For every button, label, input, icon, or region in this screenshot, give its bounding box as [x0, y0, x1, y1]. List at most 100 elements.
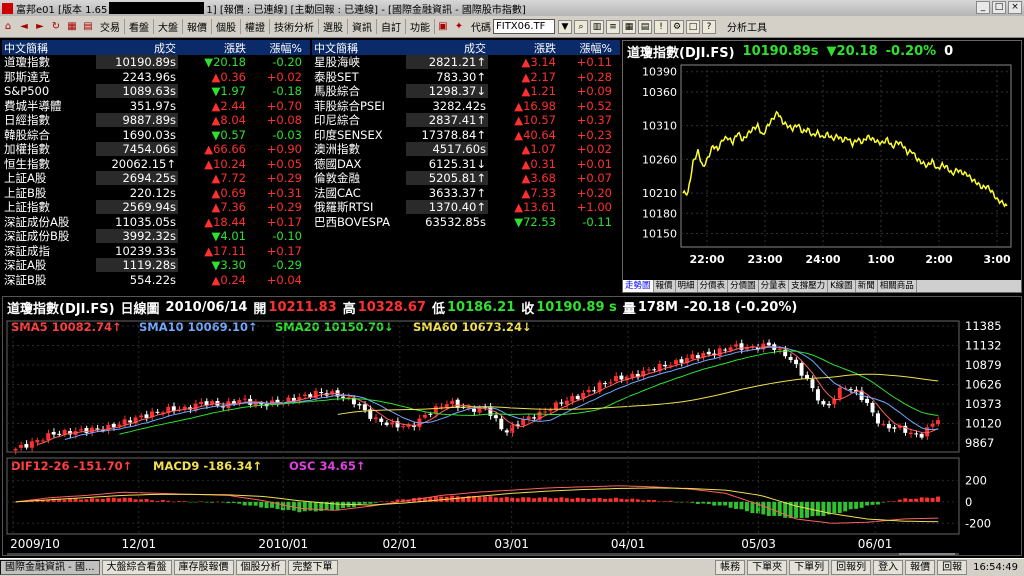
task-report[interactable]: 回報列 [831, 560, 872, 575]
quote-row[interactable]: 上証指數 2569.94s ▲7.36 +0.29 [2, 200, 310, 215]
quote-row[interactable]: 恒生指數 20062.15↑ ▲10.24 +0.05 [2, 157, 310, 172]
task-quote[interactable]: 報價 [905, 560, 936, 575]
chart-icon[interactable]: ▥ [590, 19, 604, 34]
quote-row[interactable]: 深証B股 554.22s ▲0.24 +0.04 [2, 273, 310, 288]
candle [51, 432, 56, 435]
quote-row[interactable]: 加權指數 7454.06s ▲66.66 +0.90 [2, 142, 310, 157]
menu-analysis-tools[interactable]: 分析工具 [723, 19, 771, 34]
print-icon[interactable]: ▤ [82, 21, 94, 33]
intraday-tab[interactable]: 分價表 [698, 280, 729, 292]
search-icon[interactable]: ⌕ [574, 19, 588, 34]
task-market-overview[interactable]: 大盤綜合看盤 [101, 560, 172, 575]
quote-row[interactable]: 俄羅斯RTSI 1370.40↑ ▲13.61 +1.00 [312, 200, 620, 215]
menu-quote[interactable]: 報價 [183, 19, 212, 34]
menu-info[interactable]: 資訊 [348, 19, 377, 34]
alert-icon[interactable]: ! [654, 19, 668, 34]
grid-icon[interactable]: ▦ [66, 21, 78, 33]
task-stock-quote[interactable]: 庫存股報價 [173, 560, 234, 575]
task-report2[interactable]: 回報 [937, 560, 968, 575]
code-input[interactable]: FITX06.TF [493, 19, 555, 34]
intraday-change: ▼20.18 [826, 43, 878, 59]
quote-row[interactable]: 深証成份A股 11035.05s ▲18.44 +0.17 [2, 215, 310, 230]
task-stock-analysis[interactable]: 個股分析 [235, 560, 286, 575]
close-button[interactable]: × [1008, 1, 1022, 14]
quote-row[interactable]: 星股海峽 2821.21↑ ▲3.14 +0.11 [312, 55, 620, 70]
intraday-tab[interactable]: 走勢圖 [623, 280, 654, 292]
osc-bar [253, 501, 258, 506]
dropdown-icon[interactable]: ▼ [558, 19, 572, 34]
quote-row[interactable]: 印尼綜合 2837.41↑ ▲10.57 +0.37 [312, 113, 620, 128]
quote-table-right: 中文簡稱 成交 漲跌 漲幅% 星股海峽 2821.21↑ ▲3.14 +0.11 泰股S… [312, 40, 620, 293]
quote-row[interactable]: 印度SENSEX 17378.84↑ ▲40.64 +0.23 [312, 128, 620, 143]
window-icon[interactable]: □ [686, 19, 700, 34]
intraday-tab[interactable]: 報價 [654, 280, 676, 292]
intraday-tab[interactable]: K線圖 [828, 280, 856, 292]
candle [210, 401, 214, 404]
task-order-a[interactable]: 下單夾 [747, 560, 788, 575]
settings-icon[interactable]: ⚙ [670, 19, 684, 34]
chart-scroll-thumb[interactable] [899, 553, 955, 555]
help-icon[interactable]: ? [702, 19, 716, 34]
bookmark-icon[interactable]: ✦ [453, 21, 465, 33]
minimize-button[interactable]: _ [976, 1, 990, 14]
osc-bar [149, 500, 154, 502]
quote-row[interactable]: 那斯達克 2243.96s ▲0.36 +0.02 [2, 70, 310, 85]
refresh-icon[interactable]: ↻ [50, 21, 62, 33]
quote-pct: +0.08 [266, 113, 302, 128]
task-full-order[interactable]: 完整下單 [287, 560, 338, 575]
news-icon[interactable]: ▤ [638, 19, 652, 34]
quote-row[interactable]: S&P500 1089.63s ▼1.97 -0.18 [2, 84, 310, 99]
quote-row[interactable]: 道瓊指數 10190.89s ▼20.18 -0.20 [2, 55, 310, 70]
app-icon [2, 2, 13, 14]
menu-view[interactable]: 看盤 [125, 19, 154, 34]
menu-stock[interactable]: 個股 [212, 19, 241, 34]
quote-row[interactable]: 費城半導體 351.97s ▲2.44 +0.70 [2, 99, 310, 114]
menu-function[interactable]: 功能 [406, 19, 435, 34]
menu-screener[interactable]: 選股 [319, 19, 348, 34]
quote-pct: +0.04 [266, 272, 302, 287]
quote-row[interactable]: 深証成指 10239.33s ▲17.11 +0.17 [2, 244, 310, 259]
menu-market[interactable]: 大盤 [154, 19, 183, 34]
candle [18, 444, 23, 448]
intraday-tab[interactable]: 相關商品 [878, 280, 917, 292]
task-login[interactable]: 登入 [873, 560, 904, 575]
intraday-tab[interactable]: 分量表 [759, 280, 790, 292]
menu-warrant[interactable]: 權證 [241, 19, 270, 34]
task-account[interactable]: 帳務 [715, 560, 746, 575]
intraday-tab[interactable]: 分價圖 [728, 280, 759, 292]
quote-row[interactable]: 巴西BOVESPA 63532.85s ▼72.53 -0.11 [312, 215, 620, 230]
quote-row[interactable]: 菲股綜合PSEI 3282.42s ▲16.98 +0.52 [312, 99, 620, 114]
menu-trade[interactable]: 交易 [96, 19, 125, 34]
quote-row[interactable]: 上証A股 2694.25s ▲7.72 +0.29 [2, 171, 310, 186]
quote-row[interactable]: 法國CAC 3633.37↑ ▲7.33 +0.20 [312, 186, 620, 201]
quote-row[interactable]: 深証A股 1119.28s ▼3.30 -0.29 [2, 258, 310, 273]
quote-row[interactable]: 深証成份B股 3992.32s ▼4.01 -0.10 [2, 229, 310, 244]
quote-row[interactable]: 馬股綜合 1298.37↓ ▲1.21 +0.09 [312, 84, 620, 99]
quote-row[interactable]: 上証B股 220.12s ▲0.69 +0.31 [2, 186, 310, 201]
intraday-tab[interactable]: 新聞 [856, 280, 878, 292]
forward-icon[interactable]: ► [34, 21, 46, 33]
intraday-tab[interactable]: 明細 [676, 280, 698, 292]
quote-pct: +0.28 [576, 69, 612, 84]
task-intl-finance[interactable]: 國際金融資訊 - 國... [0, 560, 100, 575]
quote-row[interactable]: 倫敦金融 5205.81↑ ▲3.68 +0.07 [312, 171, 620, 186]
quote-header: 中文簡稱 成交 漲跌 漲幅% [312, 40, 620, 55]
maximize-button[interactable]: □ [992, 1, 1006, 14]
task-order-b[interactable]: 下單列 [789, 560, 830, 575]
list-icon[interactable]: ≡ [606, 19, 620, 34]
back-icon[interactable]: ◄ [18, 21, 30, 33]
home-icon[interactable]: ⌂ [2, 21, 14, 33]
quote-row[interactable]: 泰股SET 783.30↑ ▲2.17 +0.28 [312, 70, 620, 85]
menu-custom[interactable]: 自訂 [377, 19, 406, 34]
quote-row[interactable]: 韓股綜合 1690.03s ▼0.57 -0.03 [2, 128, 310, 143]
quote-pct: +0.23 [576, 127, 612, 142]
chart-scrollbar[interactable] [7, 553, 959, 555]
intraday-tab[interactable]: 支撐壓力 [789, 280, 829, 292]
table-icon[interactable]: ▦ [622, 19, 636, 34]
quote-row[interactable]: 日經指數 9887.89s ▲8.04 +0.08 [2, 113, 310, 128]
menu-technical[interactable]: 技術分析 [270, 19, 319, 34]
osc-bar [875, 501, 880, 505]
lock-icon[interactable]: ▣ [437, 21, 449, 33]
quote-row[interactable]: 澳洲指數 4517.60s ▲1.07 +0.02 [312, 142, 620, 157]
quote-row[interactable]: 德國DAX 6125.31↓ ▲0.31 +0.01 [312, 157, 620, 172]
